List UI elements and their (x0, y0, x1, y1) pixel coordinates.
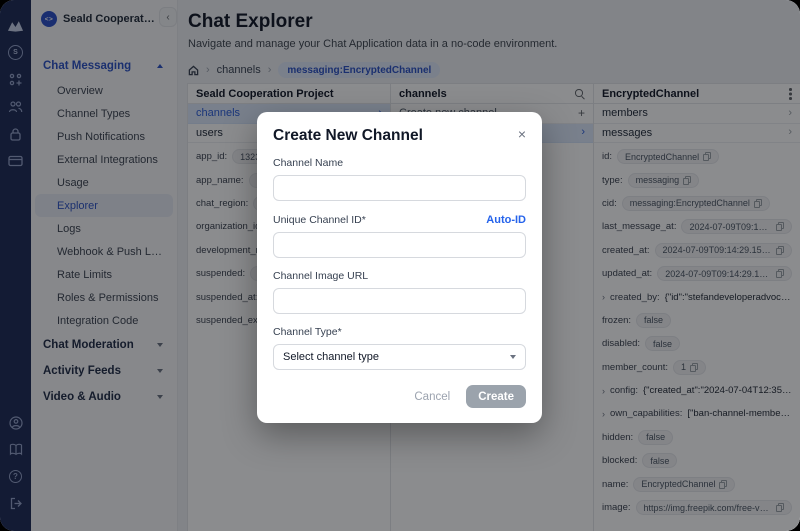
channel-name-input[interactable] (273, 175, 526, 201)
channel-id-label: Unique Channel ID* (273, 214, 366, 226)
channel-image-input[interactable] (273, 288, 526, 314)
modal-title: Create New Channel (273, 127, 423, 145)
app-window: S (0, 0, 800, 531)
channel-name-label: Channel Name (273, 157, 526, 169)
create-channel-modal: Create New Channel × Channel Name Unique… (257, 112, 542, 423)
cancel-button[interactable]: Cancel (414, 391, 450, 403)
channel-type-select[interactable]: Select channel type (273, 344, 526, 370)
chevron-down-icon (510, 355, 516, 359)
create-button[interactable]: Create (466, 385, 526, 408)
channel-id-input[interactable] (273, 232, 526, 258)
channel-image-label: Channel Image URL (273, 270, 526, 282)
channel-type-label: Channel Type* (273, 326, 526, 338)
auto-id-link[interactable]: Auto-ID (486, 214, 526, 226)
close-icon[interactable]: × (518, 127, 526, 141)
